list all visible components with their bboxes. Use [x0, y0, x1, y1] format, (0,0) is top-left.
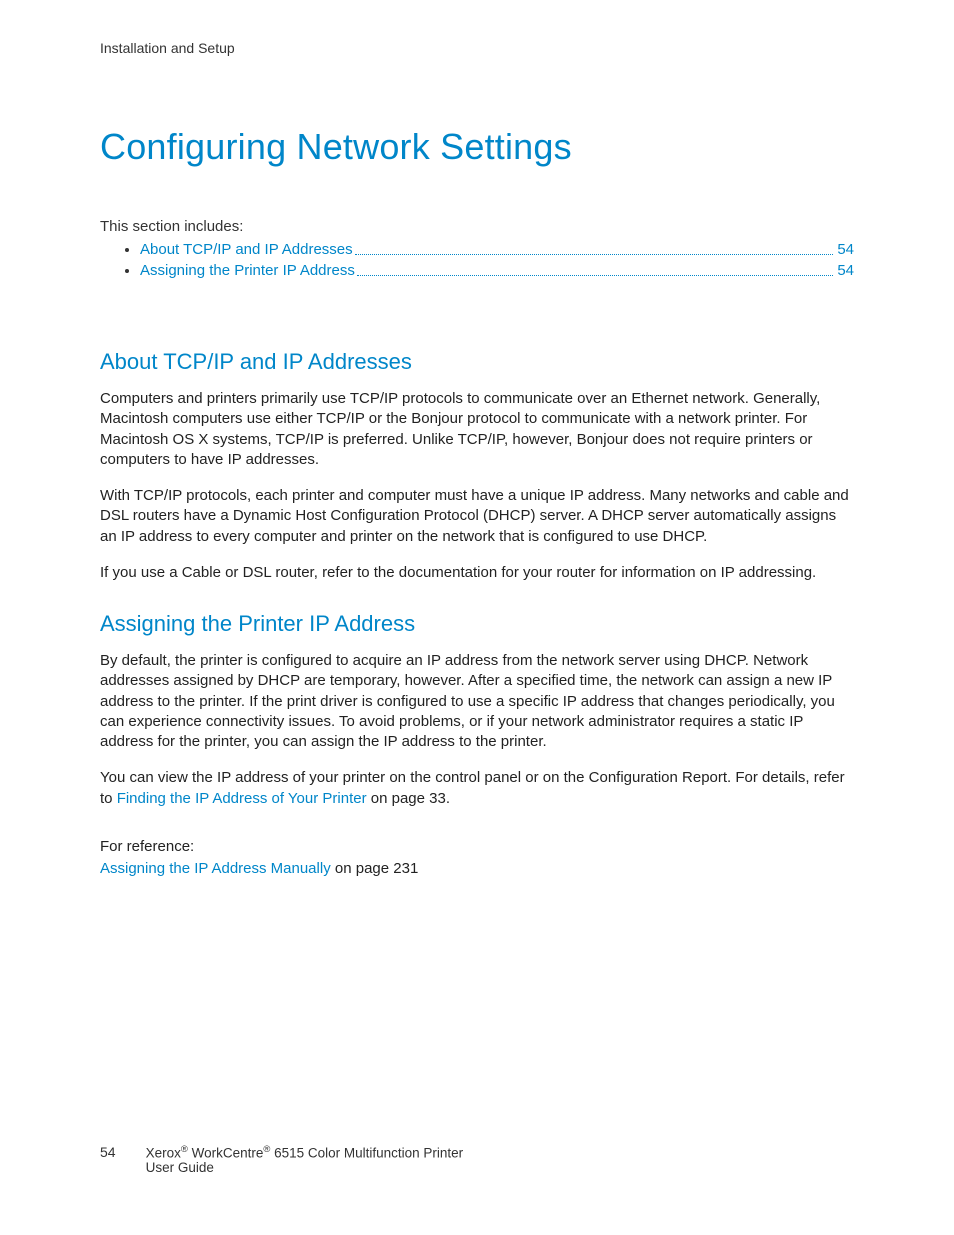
- toc-link-about[interactable]: About TCP/IP and IP Addresses: [140, 241, 353, 258]
- body-text: Computers and printers primarily use TCP…: [100, 389, 854, 470]
- body-text: By default, the printer is configured to…: [100, 651, 854, 752]
- link-assign-manual[interactable]: Assigning the IP Address Manually: [100, 860, 331, 877]
- body-text: You can view the IP address of your prin…: [100, 768, 854, 809]
- footer-text: User Guide: [146, 1160, 214, 1175]
- footer-product: Xerox® WorkCentre® 6515 Color Multifunct…: [146, 1144, 464, 1176]
- running-header: Installation and Setup: [100, 40, 854, 56]
- toc-item: About TCP/IP and IP Addresses 54: [140, 241, 854, 258]
- toc-link-assign[interactable]: Assigning the Printer IP Address: [140, 262, 355, 279]
- toc-item: Assigning the Printer IP Address 54: [140, 262, 854, 279]
- heading-about: About TCP/IP and IP Addresses: [100, 349, 854, 375]
- body-text: With TCP/IP protocols, each printer and …: [100, 486, 854, 547]
- page: Installation and Setup Configuring Netwo…: [0, 0, 954, 1235]
- body-text-span: on page 33.: [367, 790, 450, 807]
- footer-text: 6515 Color Multifunction Printer: [270, 1145, 463, 1160]
- page-title: Configuring Network Settings: [100, 126, 854, 168]
- toc-leader: [357, 275, 833, 276]
- heading-assign: Assigning the Printer IP Address: [100, 611, 854, 637]
- footer-text: Xerox: [146, 1145, 181, 1160]
- footer-text: WorkCentre: [188, 1145, 264, 1160]
- body-text: If you use a Cable or DSL router, refer …: [100, 563, 854, 583]
- toc-list: About TCP/IP and IP Addresses 54 Assigni…: [100, 241, 854, 279]
- toc-page[interactable]: 54: [837, 241, 854, 258]
- registered-icon: ®: [181, 1144, 188, 1155]
- body-text-span: on page 231: [331, 860, 419, 877]
- link-find-ip[interactable]: Finding the IP Address of Your Printer: [117, 790, 367, 807]
- reference-line: Assigning the IP Address Manually on pag…: [100, 859, 854, 879]
- page-footer: 54 Xerox® WorkCentre® 6515 Color Multifu…: [100, 1144, 854, 1176]
- footer-page-number: 54: [100, 1144, 116, 1160]
- toc-leader: [355, 254, 834, 255]
- section-intro: This section includes:: [100, 218, 854, 235]
- reference-label: For reference:: [100, 837, 854, 857]
- toc-page[interactable]: 54: [837, 262, 854, 279]
